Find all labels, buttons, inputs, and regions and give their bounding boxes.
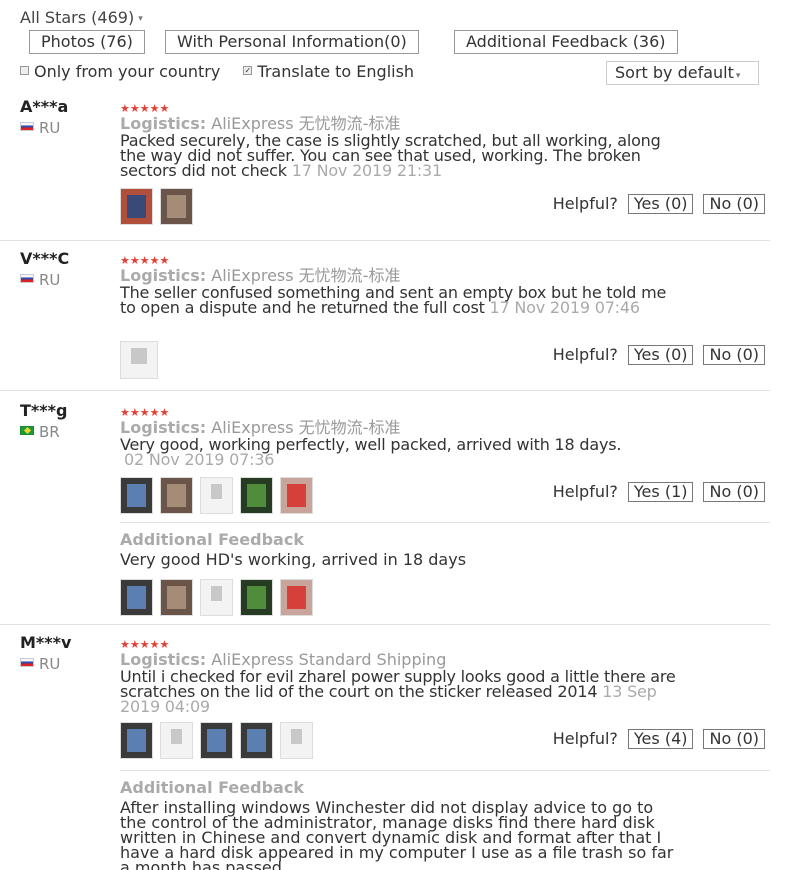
review-photo[interactable] (120, 722, 153, 759)
flag-ru-icon (20, 658, 34, 667)
sort-dropdown[interactable]: Sort by default ▾ (606, 61, 759, 85)
review-photo[interactable] (280, 579, 313, 616)
review-photo[interactable] (240, 579, 273, 616)
review-body: ★★★★★ Logistics: AliExpress 无忧物流-标准 Very… (120, 401, 770, 514)
review-photo[interactable] (280, 477, 313, 514)
review-photo[interactable] (240, 477, 273, 514)
review-item: A***a RU ★★★★★ Logistics: AliExpress 无忧物… (0, 97, 770, 241)
review-photo[interactable] (160, 579, 193, 616)
review-text-block: Packed securely, the case is slightly sc… (120, 133, 680, 180)
review-photos (120, 341, 158, 379)
review-photo[interactable] (200, 722, 233, 759)
review-photo[interactable] (120, 477, 153, 514)
helpful-no-button[interactable]: No (0) (703, 194, 765, 214)
review-photo[interactable] (120, 188, 153, 225)
reviewer-name: M***v (20, 633, 72, 652)
review-item: M***v RU ★★★★★ Logistics: AliExpress Sta… (0, 633, 770, 870)
review-item: V***C RU ★★★★★ Logistics: AliExpress 无忧物… (0, 249, 770, 391)
review-text: Until i checked for evil zharel power su… (120, 667, 676, 701)
review-photo[interactable] (200, 477, 233, 514)
translate-option[interactable]: ✓ Translate to English (243, 62, 414, 81)
helpful-yes-button[interactable]: Yes (1) (627, 482, 694, 502)
all-stars-dropdown[interactable]: All Stars (469) ▾ (20, 8, 143, 27)
review-photos (120, 477, 313, 514)
reviewer-name: A***a (20, 97, 69, 116)
helpful-label: Helpful? (552, 482, 618, 501)
helpful-yes-button[interactable]: Yes (0) (627, 194, 694, 214)
helpful-label: Helpful? (552, 729, 618, 748)
review-date: 17 Nov 2019 07:46 (489, 298, 640, 317)
country-code: RU (39, 119, 61, 137)
review-text-block: Very good, working perfectly, well packe… (120, 437, 680, 469)
review-photo[interactable] (280, 722, 313, 759)
flag-br-icon (20, 426, 34, 435)
helpful-votes: Helpful? Yes (0) No (0) (553, 194, 765, 214)
country-code: BR (39, 423, 60, 441)
helpful-yes-button[interactable]: Yes (4) (627, 729, 694, 749)
additional-feedback: Additional Feedback Very good HD's worki… (120, 522, 770, 625)
additional-feedback-title: Additional Feedback (120, 778, 304, 797)
review-item: T***g BR ★★★★★ Logistics: AliExpress 无忧物… (0, 401, 770, 625)
chevron-down-icon: ▾ (735, 71, 741, 81)
reviewer-country: RU (20, 119, 60, 137)
helpful-no-button[interactable]: No (0) (703, 345, 765, 365)
reviewer-name: V***C (20, 249, 70, 268)
review-date: 17 Nov 2019 21:31 (291, 161, 442, 180)
review-photos (120, 188, 193, 225)
only-country-label: Only from your country (34, 62, 221, 81)
flag-ru-icon (20, 274, 34, 283)
filter-chip-additional-feedback[interactable]: Additional Feedback (36) (454, 30, 678, 54)
helpful-no-button[interactable]: No (0) (703, 482, 765, 502)
all-stars-label: All Stars (469) (20, 8, 135, 27)
additional-feedback: Additional Feedback After installing win… (120, 770, 770, 870)
review-photo[interactable] (240, 722, 273, 759)
review-photo[interactable] (120, 579, 153, 616)
review-text-block: The seller confused something and sent a… (120, 285, 680, 317)
helpful-label: Helpful? (552, 345, 618, 364)
additional-feedback-title: Additional Feedback (120, 530, 304, 549)
helpful-label: Helpful? (552, 194, 618, 213)
translate-label: Translate to English (257, 62, 415, 81)
options-row: Only from your country ✓ Translate to Eng… (20, 62, 432, 81)
chevron-down-icon: ▾ (138, 13, 143, 24)
filter-chip-personal-info[interactable]: With Personal Information(0) (165, 30, 419, 54)
review-photo[interactable] (160, 477, 193, 514)
helpful-no-button[interactable]: No (0) (703, 729, 765, 749)
review-body: ★★★★★ Logistics: AliExpress Standard Shi… (120, 633, 770, 759)
additional-feedback-text: After installing windows Winchester did … (120, 798, 674, 870)
translate-checkbox[interactable]: ✓ (243, 66, 253, 75)
only-country-checkbox[interactable] (20, 66, 29, 75)
review-photos (120, 722, 313, 759)
additional-feedback-photos (120, 579, 313, 616)
reviewer-country: RU (20, 271, 60, 289)
helpful-votes: Helpful? Yes (4) No (0) (553, 729, 765, 749)
helpful-yes-button[interactable]: Yes (0) (627, 345, 694, 365)
flag-ru-icon (20, 122, 34, 131)
helpful-votes: Helpful? Yes (0) No (0) (553, 345, 765, 365)
review-photo[interactable] (160, 722, 193, 759)
review-body: ★★★★★ Logistics: AliExpress 无忧物流-标准 The … (120, 249, 770, 379)
reviewer-name: T***g (20, 401, 68, 420)
filter-chip-photos[interactable]: Photos (76) (29, 30, 145, 54)
review-photo[interactable] (200, 579, 233, 616)
country-code: RU (39, 655, 61, 673)
review-photo[interactable] (160, 188, 193, 225)
only-country-option[interactable]: Only from your country (20, 62, 220, 81)
review-body: ★★★★★ Logistics: AliExpress 无忧物流-标准 Pack… (120, 97, 770, 225)
country-code: RU (39, 271, 61, 289)
review-text-block: Until i checked for evil zharel power su… (120, 667, 680, 715)
reviewer-country: BR (20, 423, 60, 441)
helpful-votes: Helpful? Yes (1) No (0) (553, 482, 765, 502)
review-date: 02 Nov 2019 07:36 (124, 450, 275, 469)
additional-feedback-text: Very good HD's working, arrived in 18 da… (120, 550, 467, 569)
review-photo[interactable] (120, 341, 158, 379)
reviewer-country: RU (20, 655, 60, 673)
sort-label: Sort by default (615, 63, 734, 82)
